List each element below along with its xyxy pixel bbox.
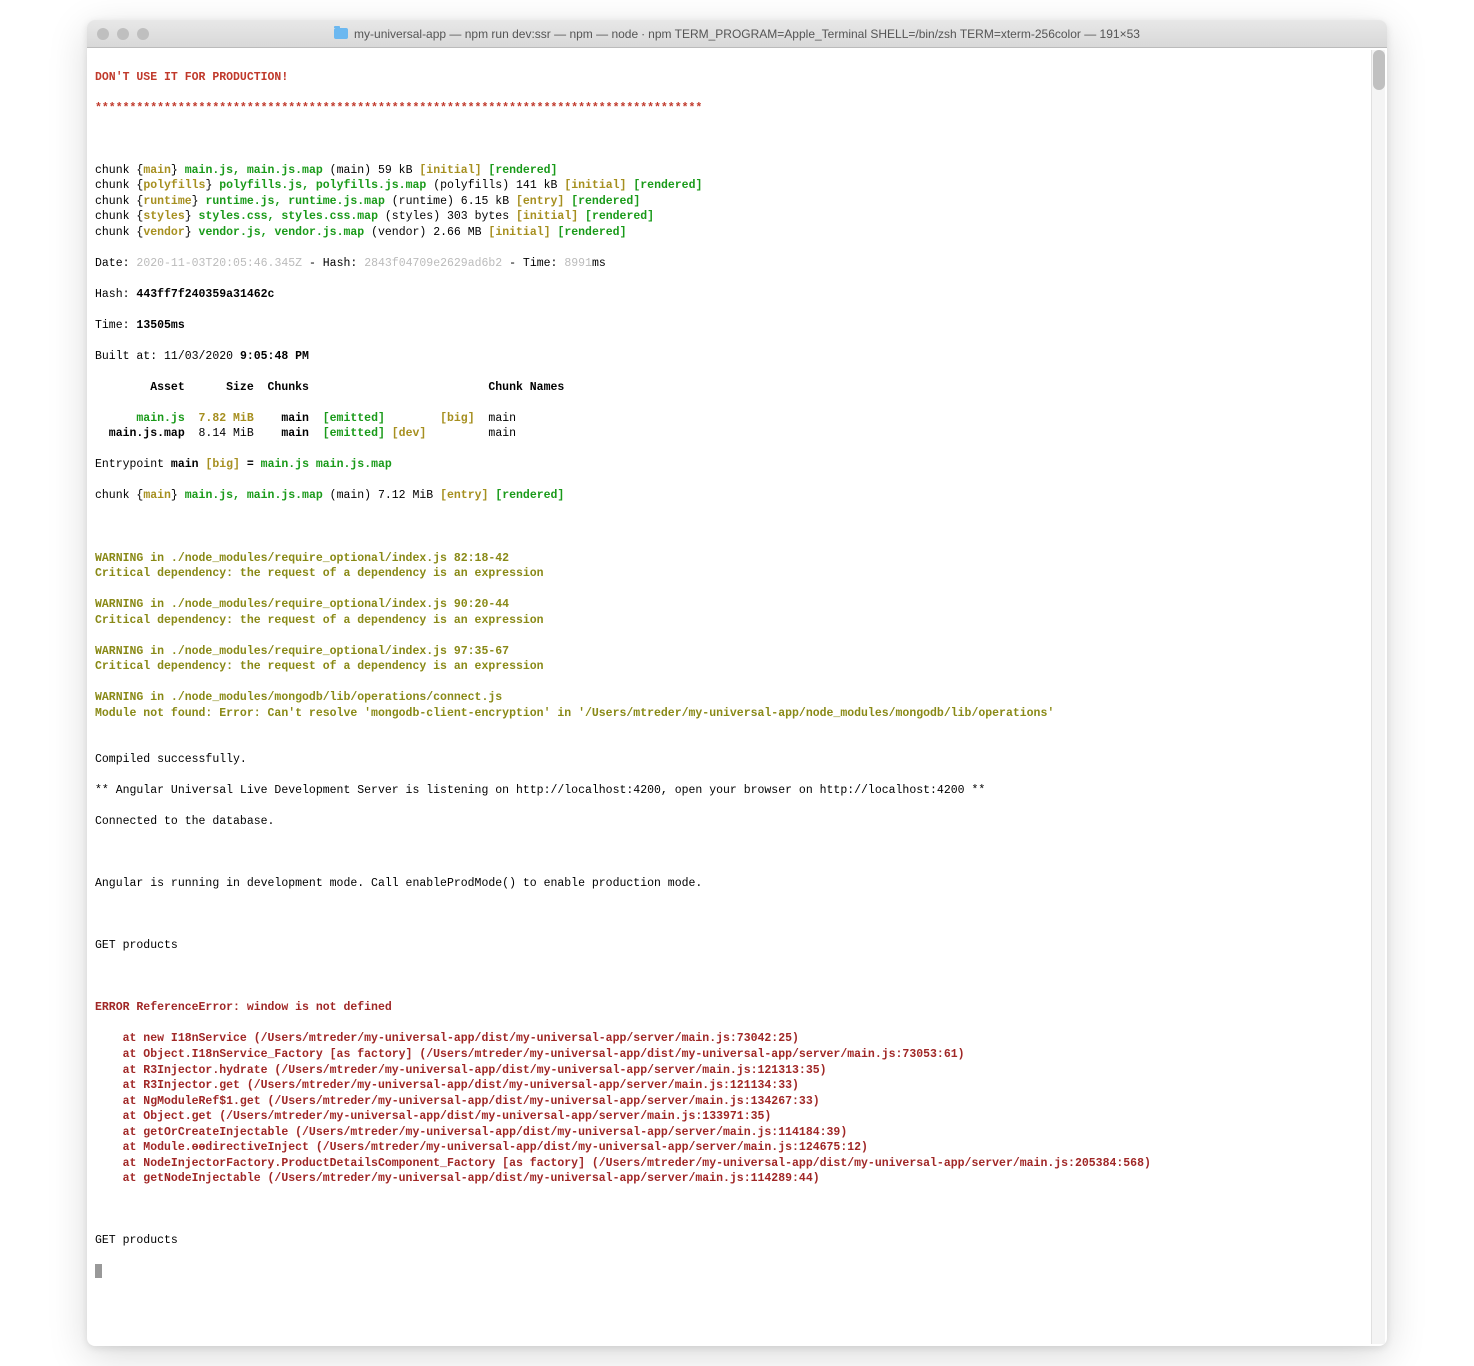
built-at: Built at: 11/03/2020 9:05:48 PM: [95, 349, 1379, 365]
scrollbar-thumb[interactable]: [1373, 50, 1385, 90]
dev-mode: Angular is running in development mode. …: [95, 876, 1379, 892]
cursor: [95, 1264, 102, 1278]
warning-line: WARNING in ./node_modules/require_option…: [95, 551, 1379, 567]
db-connected: Connected to the database.: [95, 814, 1379, 830]
titlebar[interactable]: my-universal-app — npm run dev:ssr — npm…: [87, 20, 1387, 48]
stack-frame: at NodeInjectorFactory.ProductDetailsCom…: [95, 1156, 1379, 1172]
warning-line: WARNING in ./node_modules/require_option…: [95, 644, 1379, 660]
stack-frame: at R3Injector.hydrate (/Users/mtreder/my…: [95, 1063, 1379, 1079]
server-listening: ** Angular Universal Live Development Se…: [95, 783, 1379, 799]
compiled-ok: Compiled successfully.: [95, 752, 1379, 768]
warning-detail: Critical dependency: the request of a de…: [95, 613, 1379, 629]
production-warning: DON'T USE IT FOR PRODUCTION!: [95, 71, 288, 84]
terminal-window: my-universal-app — npm run dev:ssr — npm…: [87, 20, 1387, 1346]
window-title-text: my-universal-app — npm run dev:ssr — npm…: [354, 27, 1140, 41]
warning-line: WARNING in ./node_modules/require_option…: [95, 597, 1379, 613]
traffic-lights: [97, 28, 149, 40]
stack-frame: at getOrCreateInjectable (/Users/mtreder…: [95, 1125, 1379, 1141]
time-line: Time: 13505ms: [95, 318, 1379, 334]
warning-detail: Module not found: Error: Can't resolve '…: [95, 706, 1379, 722]
chunk-line: chunk {main} main.js, main.js.map (main)…: [95, 163, 1379, 179]
folder-icon: [334, 28, 348, 39]
stack-frame: at Object.I18nService_Factory [as factor…: [95, 1047, 1379, 1063]
chunk-line: chunk {vendor} vendor.js, vendor.js.map …: [95, 225, 1379, 241]
asset-row: main.js.map 8.14 MiB main [emitted] [dev…: [95, 426, 1379, 442]
close-icon[interactable]: [97, 28, 109, 40]
asset-header: Asset Size Chunks Chunk Names: [95, 380, 1379, 396]
chunk-line: chunk {styles} styles.css, styles.css.ma…: [95, 209, 1379, 225]
chunk-line: chunk {polyfills} polyfills.js, polyfill…: [95, 178, 1379, 194]
chunk-line: chunk {main} main.js, main.js.map (main)…: [95, 488, 1379, 504]
get-products-2: GET products: [95, 1233, 1379, 1249]
error-header: ERROR ReferenceError: window is not defi…: [95, 1001, 392, 1014]
stack-frame: at new I18nService (/Users/mtreder/my-un…: [95, 1031, 1379, 1047]
stack-frame: at getNodeInjectable (/Users/mtreder/my-…: [95, 1171, 1379, 1187]
scrollbar[interactable]: [1371, 50, 1385, 1344]
separator-stars: ****************************************…: [95, 102, 702, 115]
date-line: Date: 2020-11-03T20:05:46.345Z - Hash: 2…: [95, 256, 1379, 272]
stack-frame: at Module.ɵɵdirectiveInject (/Users/mtre…: [95, 1140, 1379, 1156]
asset-row: main.js 7.82 MiB main [emitted] [big] ma…: [95, 411, 1379, 427]
terminal-output[interactable]: DON'T USE IT FOR PRODUCTION! ***********…: [87, 48, 1387, 1346]
warning-detail: Critical dependency: the request of a de…: [95, 659, 1379, 675]
stack-frame: at NgModuleRef$1.get (/Users/mtreder/my-…: [95, 1094, 1379, 1110]
zoom-icon[interactable]: [137, 28, 149, 40]
get-products: GET products: [95, 938, 1379, 954]
hash-line: Hash: 443ff7f240359a31462c: [95, 287, 1379, 303]
stack-frame: at Object.get (/Users/mtreder/my-univers…: [95, 1109, 1379, 1125]
stack-frame: at R3Injector.get (/Users/mtreder/my-uni…: [95, 1078, 1379, 1094]
chunk-line: chunk {runtime} runtime.js, runtime.js.m…: [95, 194, 1379, 210]
window-title: my-universal-app — npm run dev:ssr — npm…: [87, 27, 1387, 41]
entrypoint: Entrypoint main [big] = main.js main.js.…: [95, 457, 1379, 473]
warning-detail: Critical dependency: the request of a de…: [95, 566, 1379, 582]
minimize-icon[interactable]: [117, 28, 129, 40]
warning-line: WARNING in ./node_modules/mongodb/lib/op…: [95, 690, 1379, 706]
